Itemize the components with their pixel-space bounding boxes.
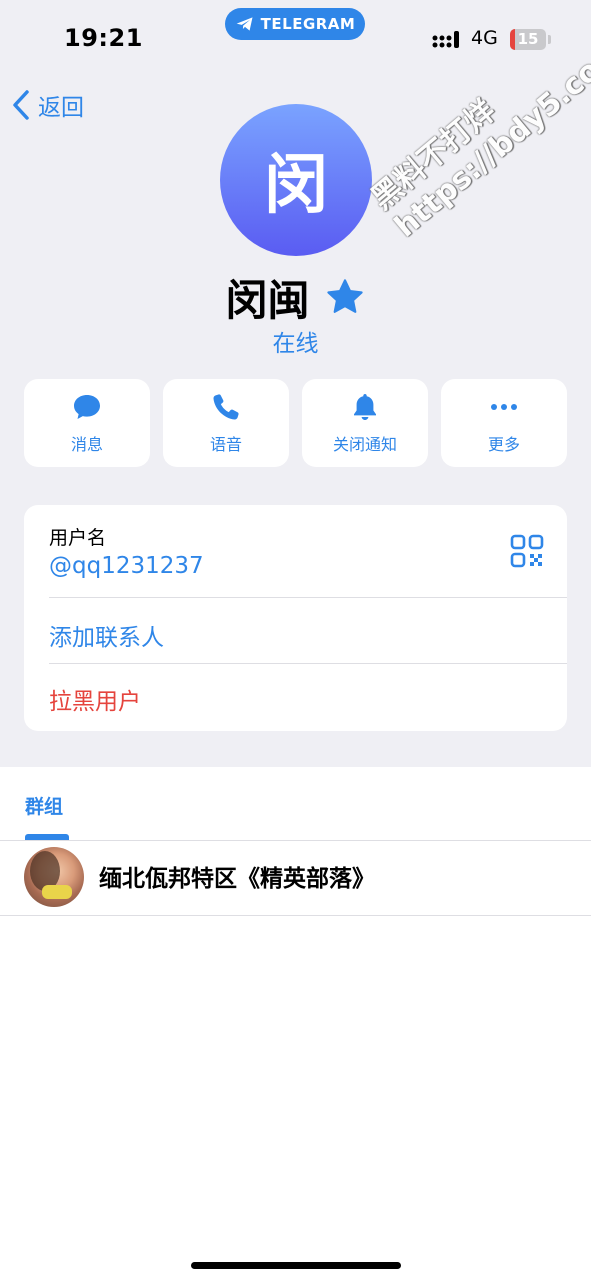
back-button[interactable]: 返回 (10, 86, 84, 124)
add-contact-button[interactable]: 添加联系人 (49, 618, 164, 652)
voice-call-button[interactable]: 语音 (163, 379, 289, 467)
phone-icon (213, 394, 239, 420)
signal-icon (432, 31, 459, 48)
tab-groups[interactable]: 群组 (25, 792, 63, 819)
back-label: 返回 (38, 95, 84, 121)
bell-icon (354, 394, 376, 420)
telegram-plane-icon (236, 17, 253, 31)
chevron-left-icon (13, 90, 29, 120)
network-type: 4G (471, 27, 498, 49)
profile-name-row: 闵闽 (0, 268, 591, 326)
group-avatar[interactable] (24, 847, 84, 907)
username-label: 用户名 (49, 527, 107, 549)
telegram-pill[interactable]: TELEGRAM (225, 8, 365, 40)
tab-separator (0, 840, 591, 841)
divider (49, 597, 567, 598)
mute-label: 关闭通知 (332, 435, 397, 454)
qr-code-icon[interactable] (510, 534, 544, 568)
block-user-button[interactable]: 拉黑用户 (49, 682, 141, 716)
voice-label: 语音 (209, 435, 242, 454)
more-label: 更多 (487, 435, 520, 454)
group-name[interactable]: 缅北佤邦特区《精英部落》 (99, 859, 375, 893)
info-card: 用户名 @qq1231237 添加联系人 拉黑用户 (24, 505, 567, 731)
online-status: 在线 (272, 331, 319, 357)
premium-star-icon[interactable] (324, 276, 366, 318)
mute-button[interactable]: 关闭通知 (302, 379, 428, 467)
more-button[interactable]: 更多 (441, 379, 567, 467)
divider (49, 663, 567, 664)
profile-name: 闵闽 (225, 275, 310, 325)
message-button[interactable]: 消息 (24, 379, 150, 467)
message-icon (74, 395, 100, 419)
message-label: 消息 (70, 435, 103, 454)
username-value[interactable]: @qq1231237 (49, 553, 204, 579)
list-separator (0, 915, 591, 916)
telegram-pill-label: TELEGRAM (260, 15, 356, 33)
action-buttons: 消息 语音 关闭通知 更多 (24, 379, 567, 467)
more-icon (491, 404, 517, 410)
profile-avatar[interactable]: 闵 (220, 104, 372, 256)
status-time: 19:21 (64, 24, 143, 52)
home-indicator[interactable] (191, 1262, 401, 1269)
